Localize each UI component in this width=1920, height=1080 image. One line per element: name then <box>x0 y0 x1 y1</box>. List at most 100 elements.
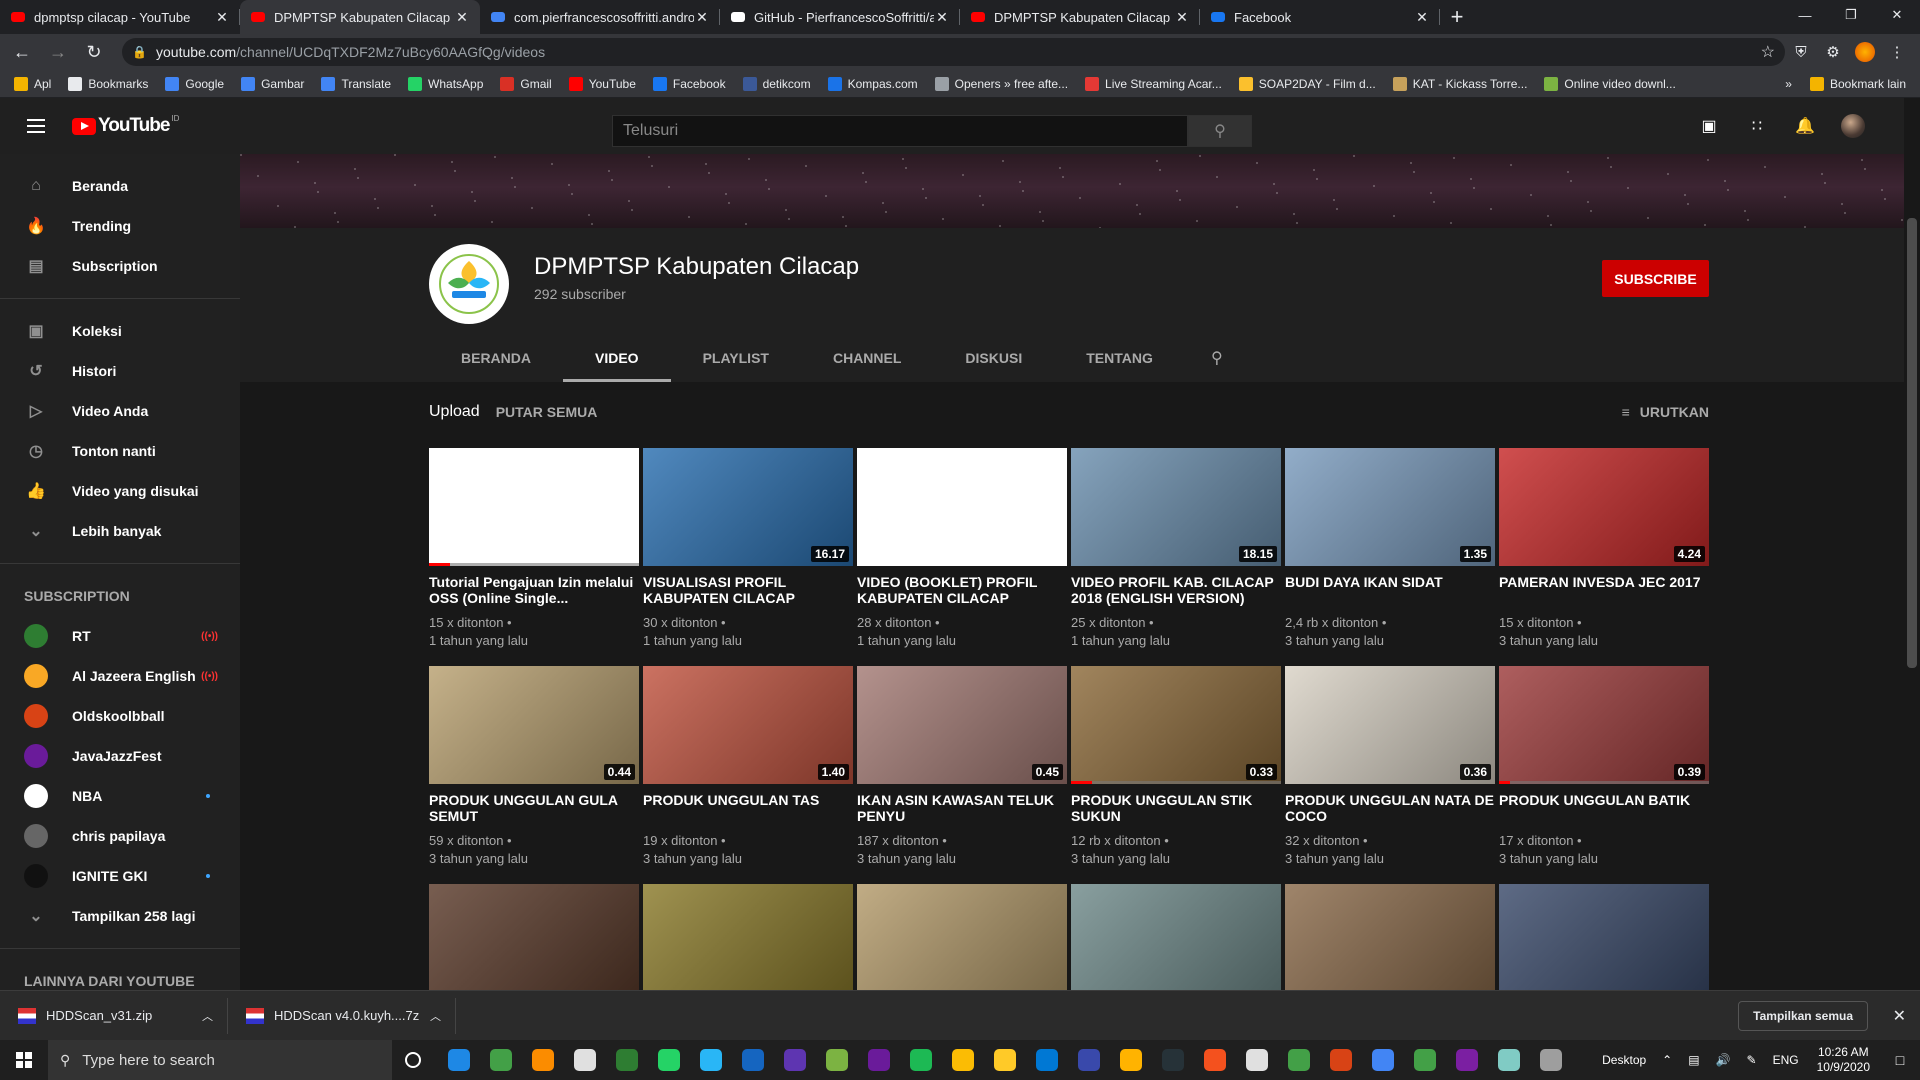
video-card[interactable]: 16.17 VISUALISASI PROFIL KABUPATEN CILACA… <box>643 448 853 650</box>
taskbar-app-icon[interactable] <box>1110 1040 1152 1080</box>
play-all-button[interactable]: PUTAR SEMUA <box>496 404 598 420</box>
video-card[interactable] <box>429 884 639 1002</box>
tab-tentang[interactable]: TENTANG <box>1054 334 1185 382</box>
network-icon[interactable]: ▤ <box>1688 1053 1699 1067</box>
video-card[interactable]: 0.36 PRODUK UNGGULAN NATA DE COCO 32 x dit… <box>1285 666 1495 868</box>
video-card[interactable]: 0.33 PRODUK UNGGULAN STIK SUKUN 12 rb x di… <box>1071 666 1281 868</box>
video-card[interactable]: Tutorial Pengajuan Izin melalui OSS (Onl… <box>429 448 639 650</box>
video-thumbnail[interactable]: 1.35 <box>1285 448 1495 566</box>
download-item[interactable]: HDDScan v4.0.kuyh....7z ︿ <box>228 997 456 1034</box>
taskbar-app-icon[interactable] <box>1320 1040 1362 1080</box>
profile-avatar-icon[interactable] <box>1849 42 1881 62</box>
bookmark-item[interactable]: Kompas.com <box>827 76 918 91</box>
browser-tab[interactable]: DPMPTSP Kabupaten Cilacap - YouTube✕ <box>240 0 480 34</box>
tab-close-icon[interactable]: ✕ <box>694 9 710 26</box>
bookmark-item[interactable]: Facebook <box>652 76 726 91</box>
video-thumbnail[interactable] <box>643 884 853 1002</box>
video-card[interactable]: VIDEO (BOOKLET) PROFIL KABUPATEN CILACAP… <box>857 448 1067 650</box>
taskbar-app-icon[interactable] <box>1236 1040 1278 1080</box>
taskbar-app-icon[interactable] <box>1446 1040 1488 1080</box>
other-bookmarks[interactable]: Bookmark lain <box>1809 77 1906 91</box>
bookmarks-overflow-icon[interactable]: » <box>1785 77 1792 91</box>
video-thumbnail[interactable] <box>429 884 639 1002</box>
bookmark-item[interactable]: Translate <box>321 76 391 91</box>
browser-menu-icon[interactable]: ⋮ <box>1881 43 1913 61</box>
video-thumbnail[interactable] <box>1499 884 1709 1002</box>
search-button[interactable]: ⚲ <box>1188 115 1252 147</box>
clock[interactable]: 10:26 AM 10/9/2020 <box>1817 1045 1870 1075</box>
taskbar-app-icon[interactable] <box>438 1040 480 1080</box>
browser-tab[interactable]: Facebook ✕ <box>1200 0 1440 34</box>
subscription-item[interactable]: Al Jazeera English ((•)) <box>0 656 240 696</box>
taskbar-app-icon[interactable] <box>984 1040 1026 1080</box>
tray-overflow-icon[interactable]: ⌃ <box>1662 1053 1672 1067</box>
browser-tab[interactable]: DPMPTSP Kabupaten Cilacap - YouTube✕ <box>960 0 1200 34</box>
bookmark-item[interactable]: Bookmarks <box>68 76 148 91</box>
video-title[interactable]: VISUALISASI PROFIL KABUPATEN CILACAP <box>643 574 853 606</box>
sort-button[interactable]: ≡ URUTKAN <box>1622 404 1709 420</box>
tab-channel[interactable]: CHANNEL <box>801 334 933 382</box>
video-thumbnail[interactable]: 1.40 <box>643 666 853 784</box>
language-indicator[interactable]: ENG <box>1773 1053 1799 1067</box>
account-avatar[interactable] <box>1841 114 1865 138</box>
video-thumbnail[interactable]: 0.44 <box>429 666 639 784</box>
video-thumbnail[interactable]: 16.17 <box>643 448 853 566</box>
taskbar-app-icon[interactable] <box>816 1040 858 1080</box>
bookmark-item[interactable]: detikcom <box>742 76 811 91</box>
video-thumbnail[interactable]: 4.24 <box>1499 448 1709 566</box>
close-download-shelf-icon[interactable]: ✕ <box>1893 1006 1906 1026</box>
video-card[interactable]: 4.24 PAMERAN INVESDA JEC 2017 15 x ditonto… <box>1499 448 1709 650</box>
tab-close-icon[interactable]: ✕ <box>934 9 950 26</box>
subscription-item[interactable]: IGNITE GKI <box>0 856 240 896</box>
taskbar-search[interactable]: ⚲ Type here to search <box>48 1040 392 1080</box>
browser-tab[interactable]: dpmptsp cilacap - YouTube ✕ <box>0 0 240 34</box>
bookmark-item[interactable]: Google <box>165 76 224 91</box>
search-input[interactable]: Telusuri <box>612 115 1188 147</box>
action-center-icon[interactable]: □ <box>1880 1052 1920 1068</box>
desktop-toolbar[interactable]: Desktop <box>1602 1053 1646 1067</box>
taskbar-app-icon[interactable] <box>1068 1040 1110 1080</box>
video-title[interactable]: BUDI DAYA IKAN SIDAT <box>1285 574 1495 606</box>
taskbar-app-icon[interactable] <box>1530 1040 1572 1080</box>
taskbar-app-icon[interactable] <box>1488 1040 1530 1080</box>
new-tab-button[interactable]: + <box>1440 0 1474 34</box>
subscription-item[interactable]: chris papilaya <box>0 816 240 856</box>
apps-grid-icon[interactable]: ∷ <box>1745 114 1769 138</box>
sidebar-item[interactable]: ↺ Histori <box>0 351 240 391</box>
video-thumbnail[interactable] <box>857 448 1067 566</box>
taskbar-app-icon[interactable] <box>648 1040 690 1080</box>
volume-icon[interactable]: 🔊 <box>1716 1053 1731 1067</box>
tab-close-icon[interactable]: ✕ <box>454 9 470 26</box>
show-all-downloads-button[interactable]: Tampilkan semua <box>1738 1001 1868 1031</box>
download-item[interactable]: HDDScan_v31.zip ︿ <box>0 997 228 1034</box>
address-bar[interactable]: 🔒 youtube.com/channel/UCDqTXDF2Mz7uBcy60… <box>122 38 1785 66</box>
video-thumbnail[interactable] <box>1071 884 1281 1002</box>
tab-playlist[interactable]: PLAYLIST <box>671 334 801 382</box>
taskbar-app-icon[interactable] <box>1152 1040 1194 1080</box>
back-button[interactable]: ← <box>8 38 36 66</box>
sidebar-item[interactable]: 👍 Video yang disukai <box>0 471 240 511</box>
taskbar-app-icon[interactable] <box>564 1040 606 1080</box>
video-thumbnail[interactable] <box>429 448 639 566</box>
video-thumbnail[interactable] <box>857 884 1067 1002</box>
channel-search-icon[interactable]: ⚲ <box>1193 334 1241 382</box>
video-title[interactable]: Tutorial Pengajuan Izin melalui OSS (Onl… <box>429 574 639 606</box>
bookmark-item[interactable]: Gmail <box>500 76 552 91</box>
taskbar-app-icon[interactable] <box>1194 1040 1236 1080</box>
taskbar-app-icon[interactable] <box>1026 1040 1068 1080</box>
puzzle-extensions-icon[interactable]: ⚙ <box>1817 43 1849 61</box>
taskbar-app-icon[interactable] <box>480 1040 522 1080</box>
bookmark-item[interactable]: KAT - Kickass Torre... <box>1392 76 1527 91</box>
taskbar-app-icon[interactable] <box>690 1040 732 1080</box>
taskbar-app-icon[interactable] <box>774 1040 816 1080</box>
video-card[interactable] <box>1285 884 1495 1002</box>
video-title[interactable]: PRODUK UNGGULAN NATA DE COCO <box>1285 792 1495 824</box>
video-card[interactable] <box>643 884 853 1002</box>
subscription-item[interactable]: Oldskoolbball <box>0 696 240 736</box>
video-card[interactable]: 1.35 BUDI DAYA IKAN SIDAT 2,4 rb x ditonto… <box>1285 448 1495 650</box>
taskbar-app-icon[interactable] <box>1362 1040 1404 1080</box>
download-options-chevron-icon[interactable]: ︿ <box>202 1008 213 1024</box>
video-card[interactable]: 0.39 PRODUK UNGGULAN BATIK 17 x ditonton •… <box>1499 666 1709 868</box>
subscription-item[interactable]: NBA <box>0 776 240 816</box>
notifications-bell-icon[interactable]: 🔔 <box>1793 114 1817 138</box>
